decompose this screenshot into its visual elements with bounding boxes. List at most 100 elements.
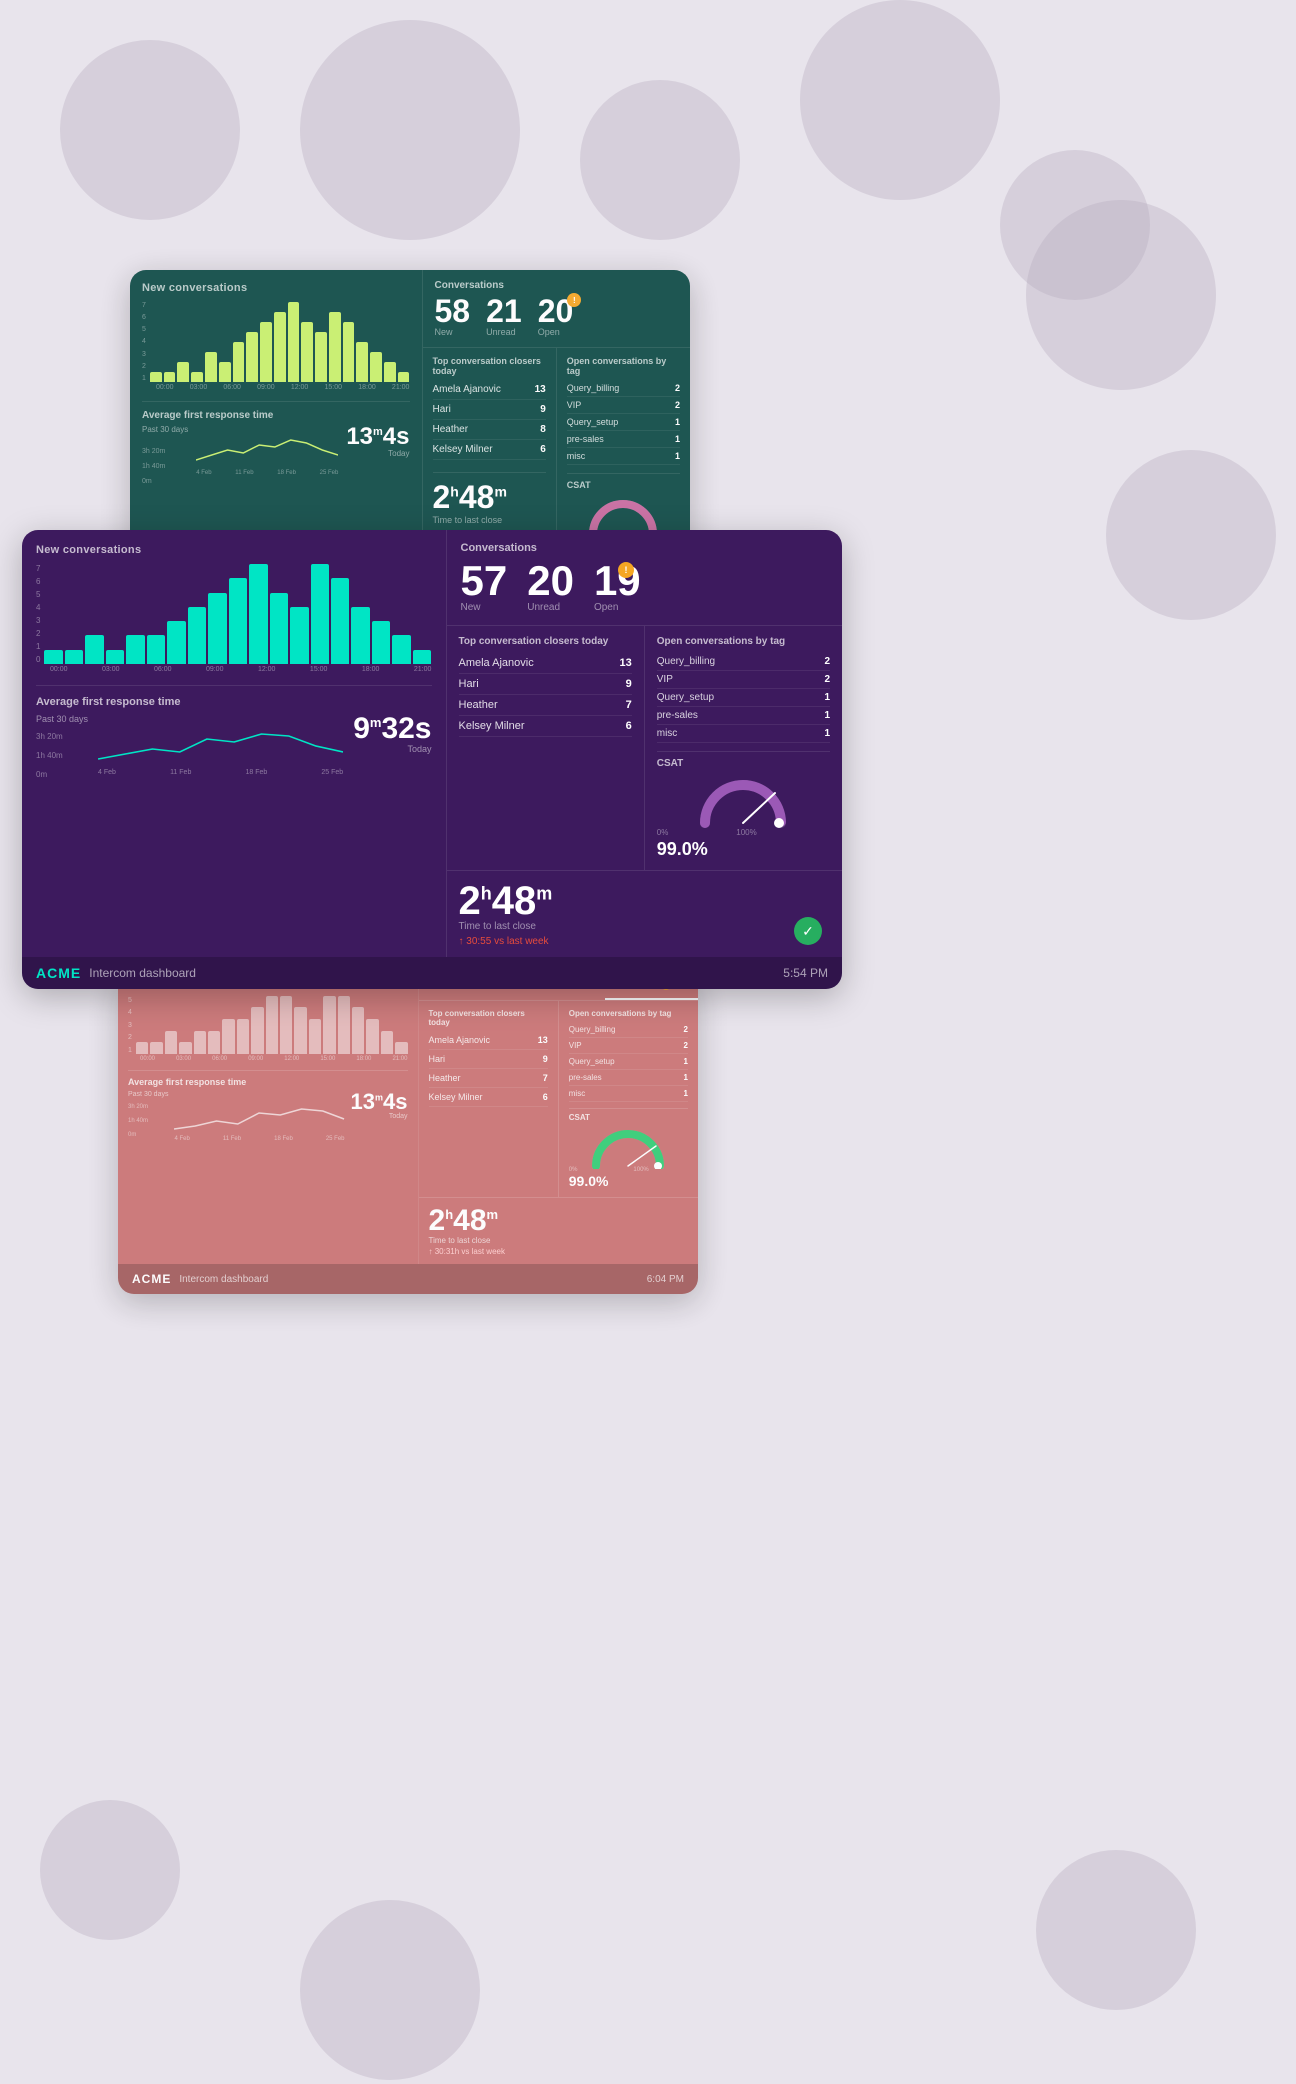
closer-row: Hari9 [433,400,546,420]
bar [331,578,349,664]
tag-row: misc1 [567,448,680,465]
bar [343,322,355,382]
tag-row: misc1 [569,1086,688,1102]
bar [329,312,341,382]
mid-csat-title: CSAT [657,758,830,769]
top-csat-title: CSAT [567,480,680,490]
bar [167,621,185,664]
closer-row: Kelsey Milner6 [433,440,546,460]
bar [147,635,165,664]
mid-unread-count: 20 [527,560,574,602]
bar [177,362,189,382]
closer-row: Amela Ajanovic13 [459,653,632,674]
bot-frt-chart [174,1091,344,1131]
mid-tags-title: Open conversations by tag [657,636,830,647]
bot-closers-title: Top conversation closers today [429,1009,548,1027]
bar [249,564,267,664]
tag-row: Query_setup1 [569,1054,688,1070]
bar [384,362,396,382]
mid-footer-time: 5:54 PM [783,966,828,980]
bot-footer-time: 6:04 PM [647,1274,684,1285]
mid-footer-brand: ACME [36,965,81,981]
bar [270,593,288,664]
mid-frt-title: Average first response time [36,696,432,708]
bot-ttc-label: Time to last close [429,1236,689,1245]
bot-footer: ACME Intercom dashboard 6:04 PM [118,1264,698,1294]
tag-row: pre-sales1 [569,1070,688,1086]
bar [179,1042,191,1054]
bar [106,650,124,664]
mid-footer-title: Intercom dashboard [89,966,196,980]
tag-row: Query_setup1 [567,414,680,431]
bot-frt-title: Average first response time [128,1077,408,1087]
top-tags-title: Open conversations by tag [567,356,680,376]
bar [392,635,410,664]
bar [194,1031,206,1054]
bar [208,1031,220,1054]
bar [65,650,83,664]
bar [208,593,226,664]
tag-row: misc1 [657,725,830,743]
bar [290,607,308,664]
bar [301,322,313,382]
bar [126,635,144,664]
bar [398,372,410,382]
closer-row: Heather7 [459,695,632,716]
bar [164,372,176,382]
mid-card-new-conv-title: New conversations [36,544,432,556]
closer-row: Heather8 [433,420,546,440]
mid-open-count: 19 [594,560,641,602]
bar [351,607,369,664]
bot-ttc-compare: ↑ 30:31h vs last week [429,1247,689,1256]
bar [188,607,206,664]
bar [323,996,335,1054]
tag-row: Query_setup1 [657,689,830,707]
bar [294,1007,306,1054]
top-conv-title: Conversations [435,280,679,291]
bar [229,578,247,664]
bar [165,1031,177,1054]
bot-dashboard-card: 654321 00:0003:0006:0009:0012:0015:0018:… [118,970,698,1294]
bar [315,332,327,382]
check-badge: ✓ [794,917,822,945]
mid-csat-gauge [693,773,793,828]
top-ttc-hours: 2 [433,479,451,515]
top-unread-count: 21 [486,295,522,327]
top-card-new-conv-title: New conversations [142,282,410,294]
mid-ttc-hours: 2 [459,879,481,923]
top-ttc-label: Time to last close [433,515,546,525]
mid-ttc-label: Time to last close [459,921,831,932]
bar [356,342,368,382]
bar [288,302,300,382]
bot-csat-gauge [588,1124,668,1169]
open-badge: ! [567,293,581,307]
bar [366,1019,378,1054]
top-frt-title: Average first response time [142,410,410,421]
bar [219,362,231,382]
bar [237,1019,249,1054]
bar [233,342,245,382]
bar [85,635,103,664]
bar [251,1007,263,1054]
mid-open-badge: ! [618,562,634,578]
bar [274,312,286,382]
bot-csat-title: CSAT [569,1113,688,1122]
bar [150,1042,162,1054]
closer-row: Heather7 [429,1069,548,1088]
bar [395,1042,407,1054]
bar [352,1007,364,1054]
tag-row: Query_billing2 [567,380,680,397]
bar [311,564,329,664]
bot-csat-score: 99.0% [569,1173,688,1189]
tag-row: Query_billing2 [569,1022,688,1038]
bar [266,996,278,1054]
bar [372,621,390,664]
bar [413,650,431,664]
top-new-count: 58 [435,295,471,327]
bar [381,1031,393,1054]
closer-row: Kelsey Milner6 [429,1088,548,1107]
mid-ttc-mins: 48 [492,879,537,923]
mid-ttc-compare: ↑ 30:55 vs last week [459,936,831,947]
bar [309,1019,321,1054]
top-ttc-mins: 48 [459,479,495,515]
